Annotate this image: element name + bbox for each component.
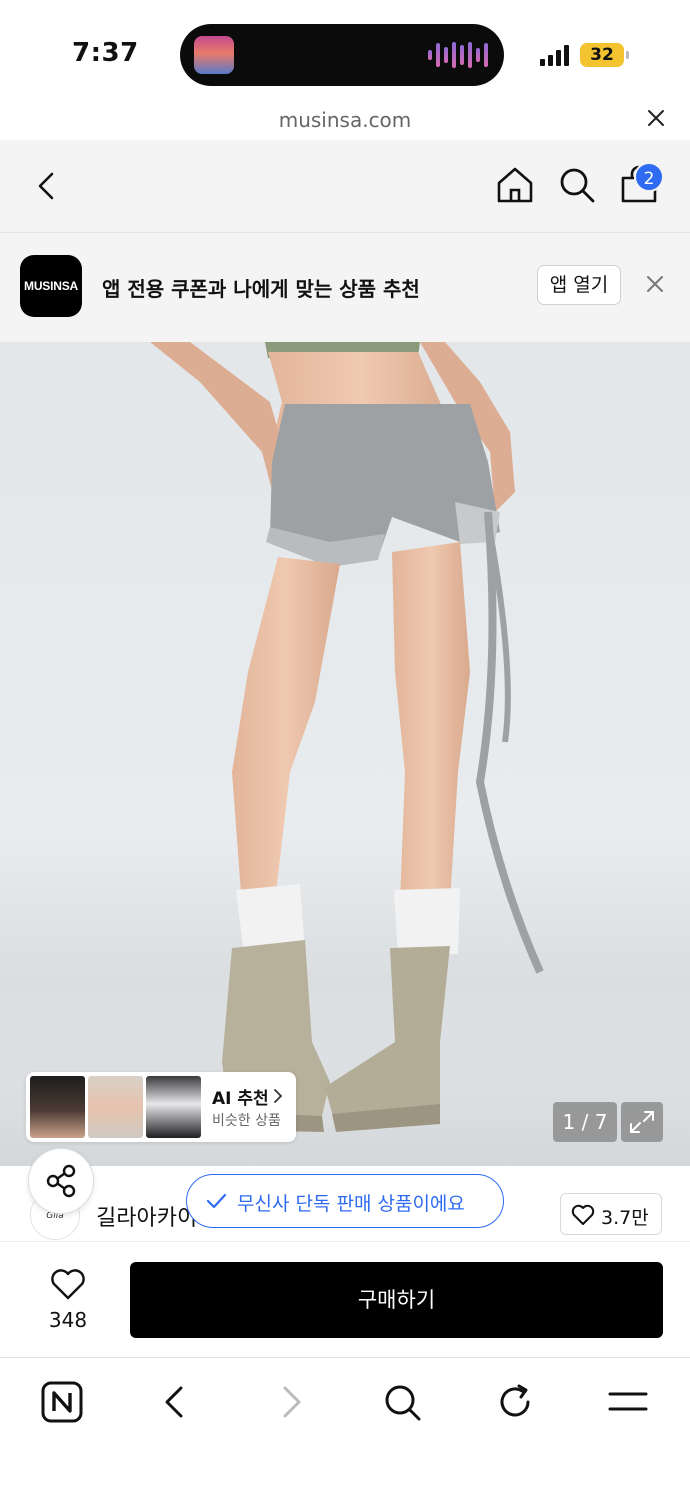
audio-waveform-icon xyxy=(428,42,488,68)
image-page-counter: 1 / 7 xyxy=(553,1102,617,1142)
share-button[interactable] xyxy=(28,1148,94,1214)
product-image[interactable] xyxy=(0,342,690,1166)
battery-cap-icon xyxy=(626,51,629,59)
cart-count-badge: 2 xyxy=(634,162,664,192)
ai-recommend-title: AI 추천 xyxy=(212,1089,269,1109)
naver-icon[interactable] xyxy=(40,1380,84,1424)
close-icon[interactable] xyxy=(644,273,666,295)
recommend-thumbnail[interactable] xyxy=(30,1076,85,1138)
expand-image-button[interactable] xyxy=(621,1102,663,1142)
banner-message: 앱 전용 쿠폰과 나에게 맞는 상품 추천 xyxy=(102,277,420,301)
search-icon[interactable] xyxy=(556,164,598,206)
share-icon xyxy=(46,1164,76,1198)
reload-icon[interactable] xyxy=(493,1380,537,1424)
menu-icon[interactable] xyxy=(606,1380,650,1424)
status-time: 7:37 xyxy=(72,38,139,68)
cellular-signal-icon xyxy=(540,44,569,66)
heart-icon xyxy=(571,1204,595,1225)
dynamic-island[interactable] xyxy=(180,24,504,86)
app-install-banner: MUSINSA 앱 전용 쿠폰과 나에게 맞는 상품 추천 앱 열기 xyxy=(0,232,690,342)
brand-like-count: 3.7만 xyxy=(601,1207,649,1229)
back-arrow-icon[interactable] xyxy=(30,166,66,206)
ai-recommend-card[interactable]: AI 추천 비슷한 상품 xyxy=(26,1072,296,1142)
buy-button[interactable]: 구매하기 xyxy=(130,1262,663,1338)
brand-name[interactable]: 길라아카이 xyxy=(96,1200,197,1232)
browser-forward-icon[interactable] xyxy=(268,1380,312,1424)
url-bar[interactable]: musinsa.com xyxy=(0,100,690,140)
checkmark-icon xyxy=(206,1193,227,1209)
heart-icon xyxy=(51,1269,85,1300)
site-header xyxy=(0,140,690,232)
exclusive-sale-text: 무신사 단독 판매 상품이에요 xyxy=(237,1193,465,1215)
exclusive-sale-badge: 무신사 단독 판매 상품이에요 xyxy=(186,1174,504,1228)
browser-search-icon[interactable] xyxy=(380,1380,424,1424)
purchase-bar: 348 구매하기 xyxy=(0,1242,690,1358)
status-bar: 7:37 32 xyxy=(0,0,690,100)
open-app-button[interactable]: 앱 열기 xyxy=(537,265,621,305)
home-icon[interactable] xyxy=(494,164,536,206)
recommend-thumbnail[interactable] xyxy=(146,1076,201,1138)
recommend-thumbnail[interactable] xyxy=(88,1076,143,1138)
wishlist-button[interactable]: 348 xyxy=(30,1264,106,1344)
wishlist-count: 348 xyxy=(48,1308,88,1332)
ai-recommend-subtitle: 비슷한 상품 xyxy=(212,1113,281,1129)
now-playing-artwork xyxy=(194,36,234,74)
expand-icon xyxy=(630,1111,654,1133)
url-domain[interactable]: musinsa.com xyxy=(0,108,690,132)
musinsa-app-logo: MUSINSA xyxy=(20,255,82,317)
battery-indicator: 32 xyxy=(580,43,624,67)
browser-toolbar xyxy=(0,1358,690,1500)
product-photo xyxy=(0,342,690,1166)
close-icon[interactable] xyxy=(644,106,668,130)
browser-back-icon[interactable] xyxy=(154,1380,198,1424)
brand-like-button[interactable]: 3.7만 xyxy=(560,1193,662,1235)
chevron-right-icon xyxy=(274,1089,283,1103)
